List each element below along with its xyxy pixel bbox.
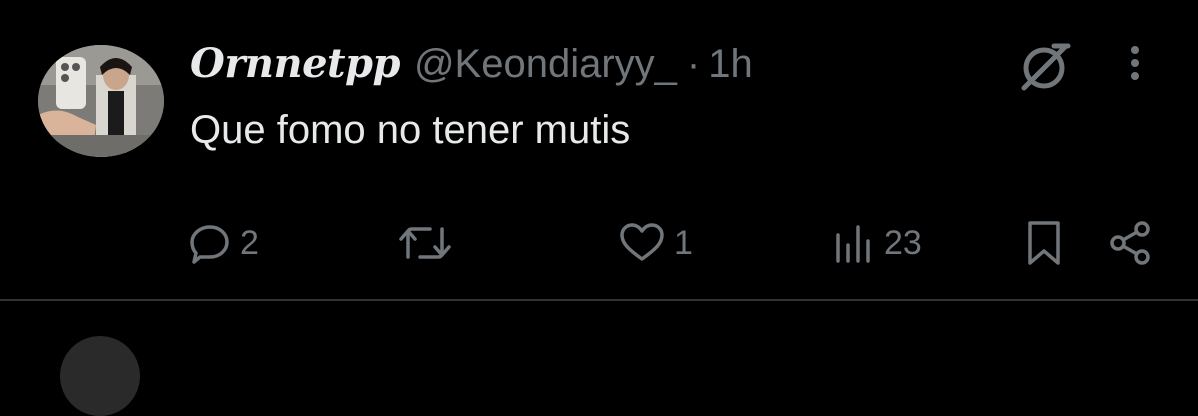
retweet-button[interactable] xyxy=(398,215,460,271)
tweet-divider xyxy=(0,299,1198,301)
reply-icon xyxy=(190,225,229,264)
display-name[interactable]: Ornnetpp xyxy=(190,40,400,87)
avatar[interactable] xyxy=(38,45,164,157)
views-button[interactable]: 23 xyxy=(832,215,922,271)
bookmark-icon xyxy=(1028,221,1060,265)
user-handle[interactable]: @Keondiaryy_ xyxy=(414,42,677,87)
views-icon xyxy=(836,225,870,263)
reply-count: 2 xyxy=(240,223,259,262)
header-separator: · xyxy=(686,42,701,86)
grok-icon[interactable] xyxy=(1016,38,1074,96)
heart-icon xyxy=(620,223,664,261)
share-icon xyxy=(1110,221,1150,265)
next-tweet-avatar[interactable] xyxy=(60,336,140,416)
tweet-text: Que fomo no tener mutis xyxy=(190,108,631,152)
tweet[interactable]: Ornnetpp @Keondiaryy_ · 1h Que fomo no t… xyxy=(0,0,1198,300)
tweet-header: Ornnetpp @Keondiaryy_ · 1h xyxy=(190,40,753,96)
like-count: 1 xyxy=(674,223,693,262)
timestamp[interactable]: 1h xyxy=(708,42,753,87)
like-button[interactable]: 1 xyxy=(618,215,693,271)
bookmark-button[interactable] xyxy=(1024,215,1064,271)
views-count: 23 xyxy=(884,223,922,262)
tweet-actions: 2 1 23 xyxy=(0,215,1198,275)
more-options-icon[interactable] xyxy=(1120,42,1150,88)
retweet-icon xyxy=(399,227,451,259)
share-button[interactable] xyxy=(1108,215,1154,271)
reply-button[interactable]: 2 xyxy=(188,215,259,271)
